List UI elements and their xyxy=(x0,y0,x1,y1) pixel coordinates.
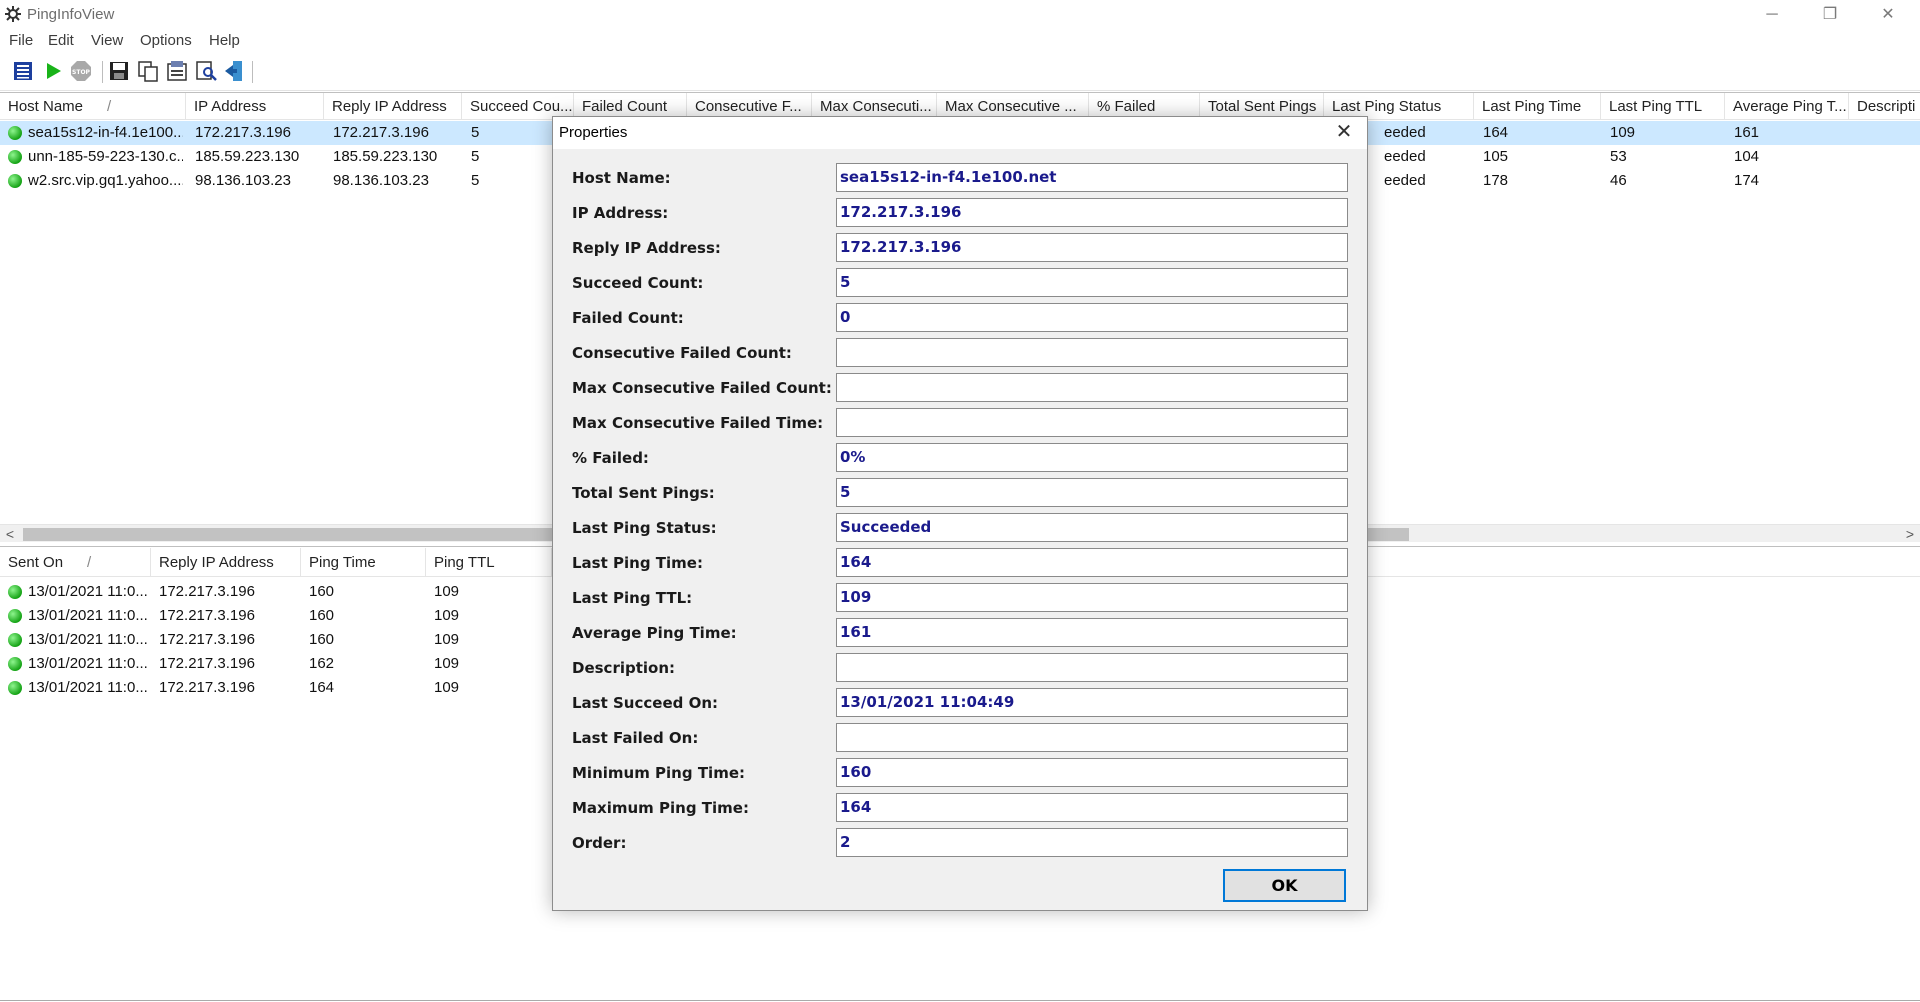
minimize-button[interactable]: ─ xyxy=(1743,0,1801,29)
column-description[interactable]: Descripti xyxy=(1849,93,1920,120)
label-reply-ip-address: Reply IP Address: xyxy=(572,239,721,257)
label-last-ping-ttl: Last Ping TTL: xyxy=(572,589,693,607)
column-ping-time[interactable]: Ping Time xyxy=(301,548,426,577)
field-last-ping-status[interactable]: Succeeded xyxy=(836,513,1348,542)
field-max-consecutive-failed-count[interactable] xyxy=(836,373,1348,402)
status-ok-icon xyxy=(8,681,22,695)
label-last-failed-on: Last Failed On: xyxy=(572,729,699,747)
scroll-right-icon[interactable]: > xyxy=(1900,525,1920,542)
status-ok-icon xyxy=(8,150,22,164)
label-maximum-ping-time: Maximum Ping Time: xyxy=(572,799,749,817)
field-consecutive-failed-count[interactable] xyxy=(836,338,1348,367)
stop-icon[interactable]: STOP xyxy=(69,59,93,83)
dialog-close-icon[interactable]: ✕ xyxy=(1331,119,1357,145)
field-host-name[interactable]: sea15s12-in-f4.1e100.net xyxy=(836,163,1348,192)
title-bar: PingInfoView ─ ❐ ✕ xyxy=(0,0,1920,29)
column-sent-on[interactable]: Sent On / xyxy=(0,548,151,577)
label-minimum-ping-time: Minimum Ping Time: xyxy=(572,764,745,782)
label-last-ping-status: Last Ping Status: xyxy=(572,519,717,537)
menu-help[interactable]: Help xyxy=(209,32,240,49)
label-total-sent-pings: Total Sent Pings: xyxy=(572,484,715,502)
save-icon[interactable] xyxy=(107,59,131,83)
html-report-icon[interactable] xyxy=(165,59,189,83)
label-succeed-count: Succeed Count: xyxy=(572,274,704,292)
label-consecutive-failed-count: Consecutive Failed Count: xyxy=(572,344,792,362)
scroll-left-icon[interactable]: < xyxy=(0,525,20,542)
field-last-ping-time[interactable]: 164 xyxy=(836,548,1348,577)
status-ok-icon xyxy=(8,126,22,140)
properties-icon[interactable] xyxy=(11,59,35,83)
field-ip-address[interactable]: 172.217.3.196 xyxy=(836,198,1348,227)
dialog-title: Properties xyxy=(559,124,628,141)
column-last-ping-ttl[interactable]: Last Ping TTL xyxy=(1601,93,1725,120)
field-reply-ip-address[interactable]: 172.217.3.196 xyxy=(836,233,1348,262)
label-description: Description: xyxy=(572,659,676,677)
copy-icon[interactable] xyxy=(136,59,160,83)
column-last-ping-time[interactable]: Last Ping Time xyxy=(1474,93,1601,120)
status-ok-icon xyxy=(8,657,22,671)
app-icon xyxy=(5,6,21,22)
column-ip-address[interactable]: IP Address xyxy=(186,93,324,120)
field-last-ping-ttl[interactable]: 109 xyxy=(836,583,1348,612)
status-ok-icon xyxy=(8,585,22,599)
field-order[interactable]: 2 xyxy=(836,828,1348,857)
field-maximum-ping-time[interactable]: 164 xyxy=(836,793,1348,822)
column-average-ping-time[interactable]: Average Ping T... xyxy=(1725,93,1849,120)
label-failed-count: Failed Count: xyxy=(572,309,684,327)
menu-edit[interactable]: Edit xyxy=(48,32,74,49)
properties-dialog: Properties ✕ Host Name: sea15s12-in-f4.1… xyxy=(552,116,1368,911)
column-ping-ttl[interactable]: Ping TTL xyxy=(426,548,552,577)
field-succeed-count[interactable]: 5 xyxy=(836,268,1348,297)
label-ip-address: IP Address: xyxy=(572,204,669,222)
column-reply-ip[interactable]: Reply IP Address xyxy=(324,93,462,120)
start-icon[interactable] xyxy=(41,59,65,83)
find-icon[interactable] xyxy=(194,59,218,83)
field-last-failed-on[interactable] xyxy=(836,723,1348,752)
field-minimum-ping-time[interactable]: 160 xyxy=(836,758,1348,787)
field-description[interactable] xyxy=(836,653,1348,682)
menu-view[interactable]: View xyxy=(91,32,123,49)
label-last-ping-time: Last Ping Time: xyxy=(572,554,703,572)
label-host-name: Host Name: xyxy=(572,169,671,187)
status-ok-icon xyxy=(8,174,22,188)
menu-options[interactable]: Options xyxy=(140,32,192,49)
column-ping-reply-ip[interactable]: Reply IP Address xyxy=(151,548,301,577)
svg-text:STOP: STOP xyxy=(72,69,91,76)
label-max-consecutive-failed-count: Max Consecutive Failed Count: xyxy=(572,379,832,397)
window-title: PingInfoView xyxy=(27,6,115,23)
menu-bar: File Edit View Options Help xyxy=(0,29,1920,53)
menu-file[interactable]: File xyxy=(9,32,33,49)
status-ok-icon xyxy=(8,609,22,623)
field-max-consecutive-failed-time[interactable] xyxy=(836,408,1348,437)
toolbar: STOP xyxy=(0,53,1920,91)
label-last-succeed-on: Last Succeed On: xyxy=(572,694,719,712)
field-failed-count[interactable]: 0 xyxy=(836,303,1348,332)
label-order: Order: xyxy=(572,834,627,852)
field-total-sent-pings[interactable]: 5 xyxy=(836,478,1348,507)
field-average-ping-time[interactable]: 161 xyxy=(836,618,1348,647)
label-max-consecutive-failed-time: Max Consecutive Failed Time: xyxy=(572,414,824,432)
restore-button[interactable]: ❐ xyxy=(1801,0,1859,29)
label-percent-failed: % Failed: xyxy=(572,449,649,467)
label-average-ping-time: Average Ping Time: xyxy=(572,624,737,642)
dialog-title-bar: Properties ✕ xyxy=(553,117,1367,149)
close-window-button[interactable]: ✕ xyxy=(1859,0,1917,29)
status-ok-icon xyxy=(8,633,22,647)
field-last-succeed-on[interactable]: 13/01/2021 11:04:49 xyxy=(836,688,1348,717)
column-host-name[interactable]: Host Name / xyxy=(0,93,186,120)
field-percent-failed[interactable]: 0% xyxy=(836,443,1348,472)
ok-button[interactable]: OK xyxy=(1223,869,1346,902)
exit-icon[interactable] xyxy=(223,59,247,83)
